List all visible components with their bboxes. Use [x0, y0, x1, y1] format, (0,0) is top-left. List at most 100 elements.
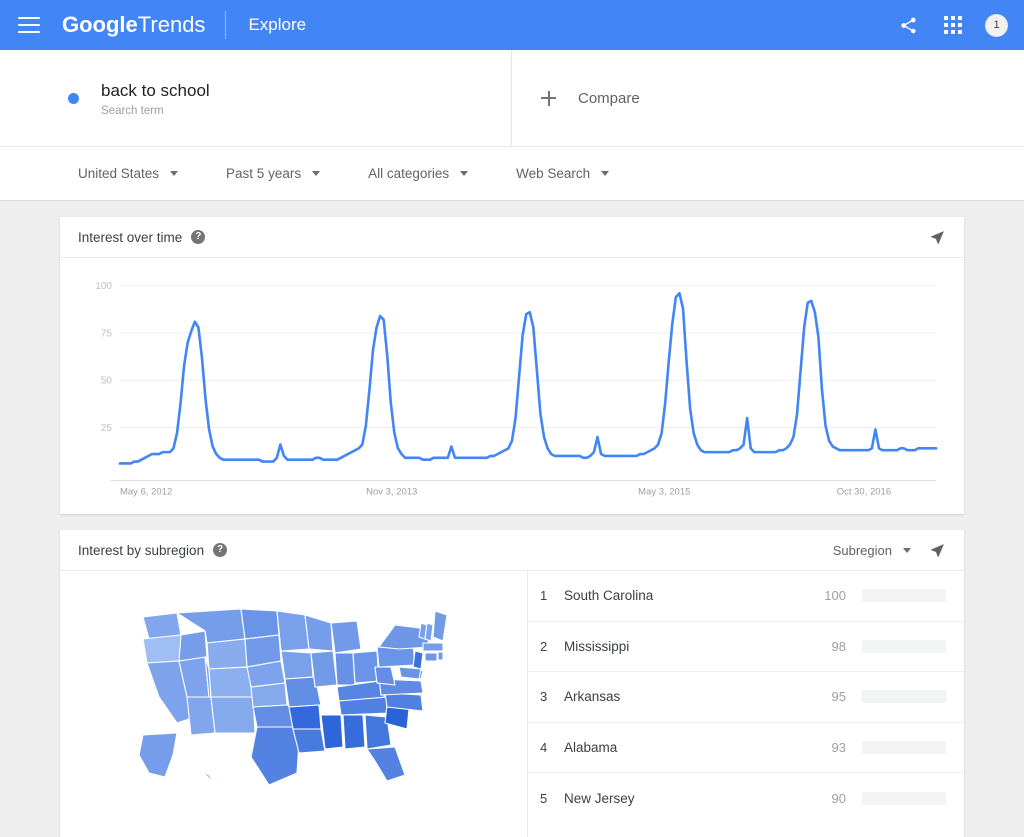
map-state-WV[interactable]: [375, 667, 395, 685]
value-bar-track: [862, 792, 946, 805]
map-state-IA[interactable]: [281, 651, 313, 679]
search-type-filter-label: Web Search: [516, 166, 590, 181]
map-state-ND[interactable]: [241, 609, 279, 639]
map-state-CT[interactable]: [425, 653, 437, 661]
map-state-NJ[interactable]: [413, 651, 423, 669]
value-bar-track: [862, 690, 946, 703]
plus-icon: [541, 91, 556, 106]
map-state-ID[interactable]: [179, 631, 207, 661]
subregion-value: 90: [812, 791, 846, 806]
map-state-AZ[interactable]: [187, 697, 215, 735]
map-state-WI[interactable]: [305, 615, 333, 651]
app-bar: GoogleTrends Explore 1: [0, 0, 1024, 50]
category-filter-label: All categories: [368, 166, 449, 181]
subregion-row[interactable]: 1South Carolina100: [528, 571, 964, 622]
map-state-RI[interactable]: [438, 652, 443, 660]
google-trends-logo[interactable]: GoogleTrends: [62, 12, 205, 38]
map-state-NM[interactable]: [211, 697, 255, 733]
map-state-NH[interactable]: [425, 623, 433, 641]
brand-google: Google: [62, 12, 138, 37]
share-icon[interactable]: [895, 12, 921, 38]
svg-text:May 6, 2012: May 6, 2012: [120, 486, 172, 496]
rank-number: 1: [540, 588, 564, 603]
location-filter[interactable]: United States: [78, 166, 178, 181]
map-state-AK[interactable]: [139, 733, 177, 777]
chevron-down-icon: [312, 171, 320, 176]
subregion-name: New Jersey: [564, 791, 812, 806]
map-state-MN[interactable]: [277, 611, 309, 651]
search-term-label: back to school: [101, 80, 210, 102]
help-circle-icon[interactable]: ?: [191, 230, 205, 244]
chevron-down-icon: [601, 171, 609, 176]
subregion-value: 100: [812, 588, 846, 603]
appbar-actions: 1: [895, 12, 1008, 38]
map-state-HI[interactable]: [201, 771, 229, 795]
map-state-AL[interactable]: [343, 715, 365, 749]
help-circle-icon[interactable]: ?: [213, 543, 227, 557]
interest-by-subregion-card: Interest by subregion ? Subregion 1South…: [60, 530, 964, 837]
rank-number: 3: [540, 689, 564, 704]
subregion-rank-list: 1South Carolina1002Mississippi983Arkansa…: [528, 571, 964, 837]
rank-number: 4: [540, 740, 564, 755]
map-state-WY[interactable]: [207, 639, 247, 669]
share-icon[interactable]: [929, 542, 946, 559]
filter-bar: United States Past 5 years All categorie…: [0, 147, 1024, 201]
page-title: Interest over time: [78, 230, 182, 245]
map-state-ME[interactable]: [433, 611, 447, 641]
map-state-OR[interactable]: [143, 635, 184, 663]
rank-number: 2: [540, 639, 564, 654]
subregion-body: 1South Carolina1002Mississippi983Arkansa…: [60, 571, 964, 837]
explore-nav-link[interactable]: Explore: [248, 15, 306, 35]
svg-text:100: 100: [95, 281, 112, 292]
svg-text:Oct 30, 2016: Oct 30, 2016: [837, 486, 891, 496]
search-term-cell[interactable]: back to school Search term: [0, 50, 512, 146]
location-filter-label: United States: [78, 166, 159, 181]
subregion-row[interactable]: 2Mississippi98: [528, 622, 964, 673]
subregion-row[interactable]: 3Arkansas95: [528, 672, 964, 723]
subregion-breakdown-select[interactable]: Subregion: [833, 543, 911, 558]
page-body: Interest over time ? 255075100May 6, 201…: [0, 201, 1024, 837]
avatar[interactable]: 1: [985, 14, 1008, 37]
search-type-filter[interactable]: Web Search: [516, 166, 609, 181]
map-state-CO[interactable]: [209, 667, 253, 697]
map-state-IN[interactable]: [335, 653, 355, 685]
map-state-KS[interactable]: [251, 683, 287, 707]
subregion-row[interactable]: 4Alabama93: [528, 723, 964, 774]
hamburger-menu-icon[interactable]: [18, 17, 40, 33]
svg-text:Nov 3, 2013: Nov 3, 2013: [366, 486, 417, 496]
map-state-TX[interactable]: [251, 727, 299, 785]
value-bar-track: [862, 741, 946, 754]
interest-over-time-card: Interest over time ? 255075100May 6, 201…: [60, 217, 964, 514]
share-icon[interactable]: [929, 229, 946, 246]
map-state-LA[interactable]: [293, 729, 325, 753]
subregion-name: Alabama: [564, 740, 812, 755]
series-color-dot: [68, 93, 79, 104]
map-pane[interactable]: [60, 571, 528, 837]
chevron-down-icon: [460, 171, 468, 176]
map-state-MI[interactable]: [331, 621, 361, 653]
map-state-MS[interactable]: [321, 715, 343, 749]
line-chart[interactable]: 255075100May 6, 2012Nov 3, 2013May 3, 20…: [60, 258, 964, 514]
chevron-down-icon: [903, 548, 911, 553]
svg-text:25: 25: [101, 423, 113, 434]
map-state-IL[interactable]: [311, 651, 337, 687]
subregion-row[interactable]: 5New Jersey90: [528, 773, 964, 824]
map-state-FL[interactable]: [367, 747, 405, 781]
compare-label: Compare: [578, 90, 640, 107]
map-state-AR[interactable]: [289, 705, 321, 729]
time-range-filter[interactable]: Past 5 years: [226, 166, 320, 181]
map-state-MD[interactable]: [399, 667, 421, 679]
time-range-filter-label: Past 5 years: [226, 166, 301, 181]
line-chart-svg: 255075100May 6, 2012Nov 3, 2013May 3, 20…: [76, 276, 948, 506]
svg-text:75: 75: [101, 329, 113, 340]
united-states-choropleth[interactable]: [129, 605, 459, 810]
category-filter[interactable]: All categories: [368, 166, 468, 181]
subregion-value: 93: [812, 740, 846, 755]
compare-button[interactable]: Compare: [512, 50, 1024, 146]
search-term-type: Search term: [101, 105, 210, 117]
map-state-MA[interactable]: [423, 643, 443, 651]
subregion-breakdown-label: Subregion: [833, 543, 892, 558]
apps-grid-icon[interactable]: [940, 12, 966, 38]
subregion-name: South Carolina: [564, 588, 812, 603]
appbar-divider: [225, 11, 226, 39]
